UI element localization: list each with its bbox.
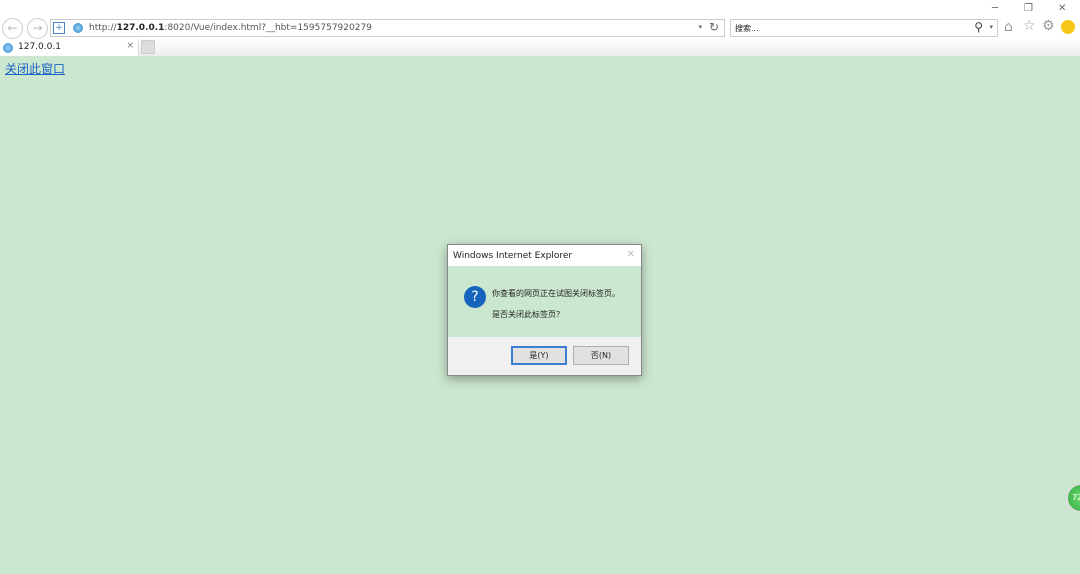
- url-text[interactable]: http://127.0.0.1:8020/Vue/index.html?__h…: [89, 23, 372, 33]
- search-icon[interactable]: ⚲: [974, 20, 983, 34]
- confirm-dialog: Windows Internet Explorer ✕ ? 你查看的网页正在试图…: [447, 244, 642, 376]
- tab-close-button[interactable]: ×: [126, 41, 134, 51]
- back-button[interactable]: ←: [2, 18, 23, 39]
- gear-icon[interactable]: ⚙: [1042, 18, 1055, 34]
- ie-tab-icon: [3, 43, 13, 53]
- tab-bar: 127.0.0.1 ×: [0, 39, 1080, 56]
- refresh-icon[interactable]: ↻: [709, 20, 719, 34]
- no-button[interactable]: 否(N): [573, 346, 629, 365]
- close-window-link[interactable]: 关闭此窗口: [5, 60, 65, 77]
- restore-button[interactable]: ❐: [1024, 3, 1033, 14]
- dialog-close-button[interactable]: ✕: [627, 249, 635, 260]
- floating-badge[interactable]: 72: [1066, 483, 1080, 513]
- smiley-feedback-icon[interactable]: [1061, 20, 1075, 34]
- favorites-star-icon[interactable]: ☆: [1023, 18, 1036, 34]
- tab-127-0-0-1[interactable]: 127.0.0.1 ×: [0, 39, 139, 56]
- tab-label: 127.0.0.1: [18, 42, 61, 52]
- dialog-footer: 是(Y) 否(N): [448, 337, 641, 375]
- new-tab-button[interactable]: [141, 40, 155, 54]
- minimize-button[interactable]: ─: [992, 3, 998, 14]
- home-icon[interactable]: ⌂: [1004, 19, 1013, 35]
- yes-button[interactable]: 是(Y): [511, 346, 567, 365]
- dialog-title: Windows Internet Explorer: [448, 245, 641, 266]
- dialog-question: 是否关闭此标签页?: [492, 310, 561, 319]
- forward-button[interactable]: →: [27, 18, 48, 39]
- address-bar[interactable]: + http://127.0.0.1:8020/Vue/index.html?_…: [50, 19, 725, 37]
- question-icon: ?: [464, 286, 486, 308]
- search-dropdown-icon[interactable]: ▾: [989, 23, 993, 31]
- browser-chrome: ─ ❐ ✕ ← → + http://127.0.0.1:8020/Vue/in…: [0, 0, 1080, 56]
- search-input[interactable]: 搜索... ⚲ ▾: [730, 19, 998, 37]
- close-window-button[interactable]: ✕: [1058, 3, 1066, 14]
- dialog-message: 你查看的网页正在试图关闭标签页。: [492, 289, 620, 298]
- dropdown-icon[interactable]: ▾: [698, 23, 702, 31]
- ie-page-icon: [73, 23, 83, 33]
- compat-shield-icon[interactable]: +: [53, 22, 65, 34]
